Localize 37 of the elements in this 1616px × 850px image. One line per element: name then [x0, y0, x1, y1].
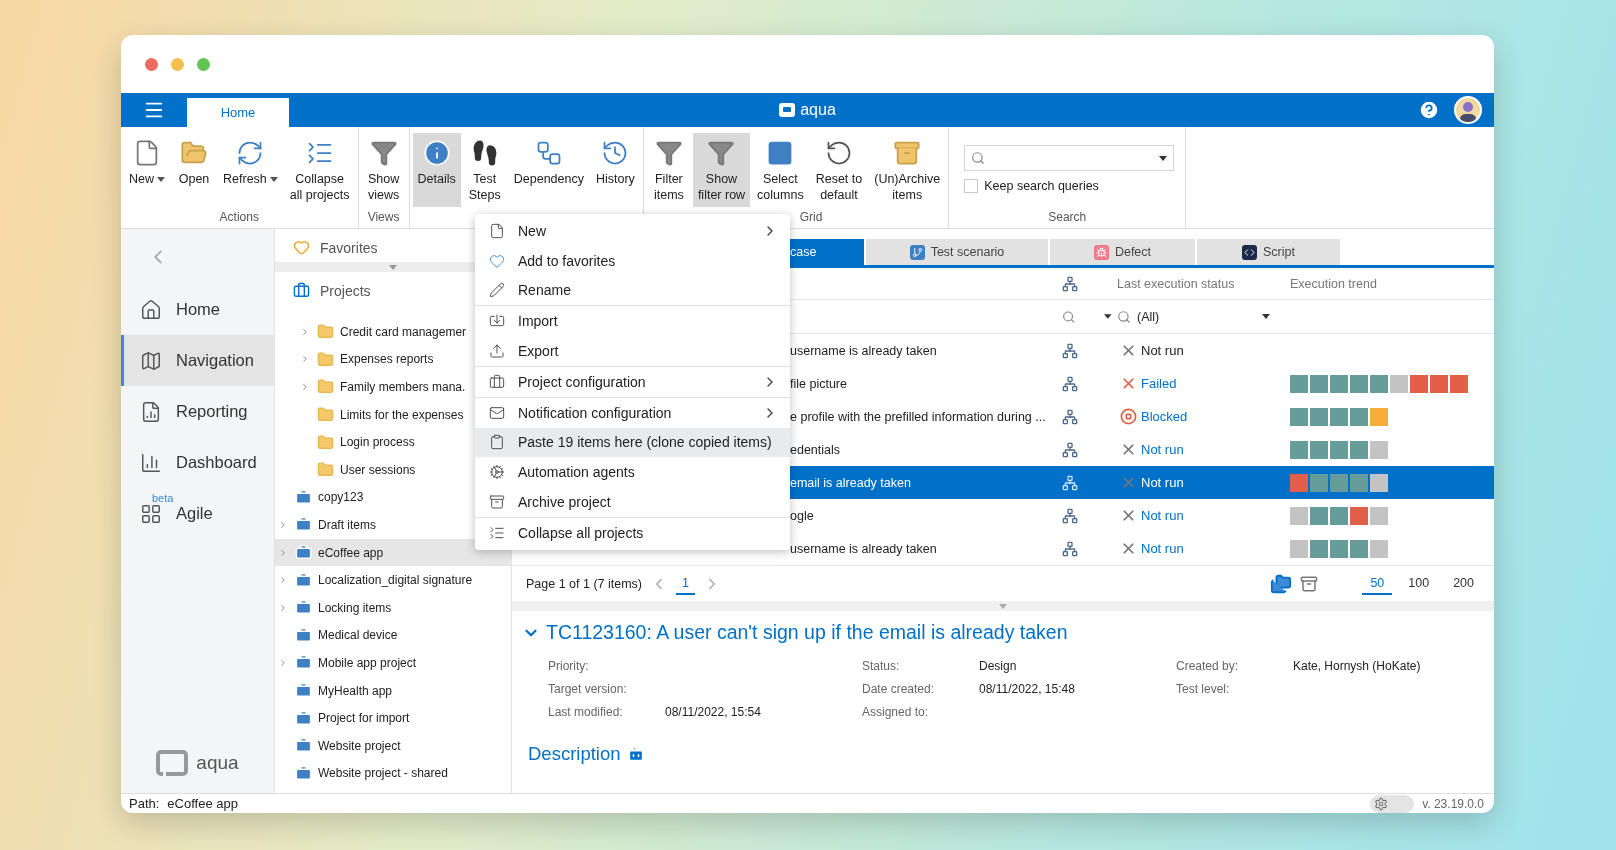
- table-cell: file picture: [790, 376, 847, 391]
- app-name: aqua: [196, 752, 239, 774]
- field-value: Design: [979, 658, 1017, 673]
- description-header: Description: [528, 743, 621, 765]
- path-value: eCoffee app: [167, 796, 238, 811]
- status-text: Not run: [1141, 475, 1184, 490]
- path-label: Path:: [129, 796, 160, 811]
- group-label: Views: [367, 210, 400, 224]
- field-label: Target version:: [548, 681, 628, 696]
- field-label: Status:: [862, 658, 901, 673]
- field-label: Date created:: [862, 681, 936, 696]
- page-summary: Page 1 of 1 (7 items): [526, 576, 643, 591]
- table-cell: ogle: [790, 508, 814, 523]
- table-cell: edentials: [790, 442, 841, 457]
- table-cell: e profile with the prefilled information during ...: [790, 409, 1046, 424]
- field-label: Test level:: [1176, 681, 1231, 696]
- favorites-header: Favorites: [320, 239, 378, 256]
- beta-label: beta: [152, 492, 174, 504]
- field-value: Kate, Hornysh (HoKate): [1293, 658, 1421, 673]
- field-label: Last modified:: [548, 704, 624, 719]
- field-value: 08/11/2022, 15:54: [665, 704, 761, 719]
- status-text: Not run: [1141, 343, 1184, 358]
- app-name: aqua: [800, 101, 836, 119]
- checkbox-label: Keep search queries: [984, 179, 1099, 193]
- field-label: Created by:: [1176, 658, 1240, 673]
- version-text: v. 23.19.0.0: [1422, 796, 1484, 811]
- table-cell: username is already taken: [790, 343, 937, 358]
- group-label: Search: [1048, 210, 1087, 224]
- table-cell: username is already taken: [790, 541, 937, 556]
- field-value: 08/11/2022, 15:48: [979, 681, 1075, 696]
- field-label: Assigned to:: [862, 704, 930, 719]
- field-label: Priority:: [548, 658, 590, 673]
- table-cell: email is already taken: [790, 475, 911, 490]
- projects-header: Projects: [320, 282, 371, 299]
- group-label: Actions: [219, 210, 259, 224]
- details-title: TC1123160: A user can't sign up if the email is already taken: [546, 621, 1068, 644]
- group-label: Grid: [799, 210, 823, 224]
